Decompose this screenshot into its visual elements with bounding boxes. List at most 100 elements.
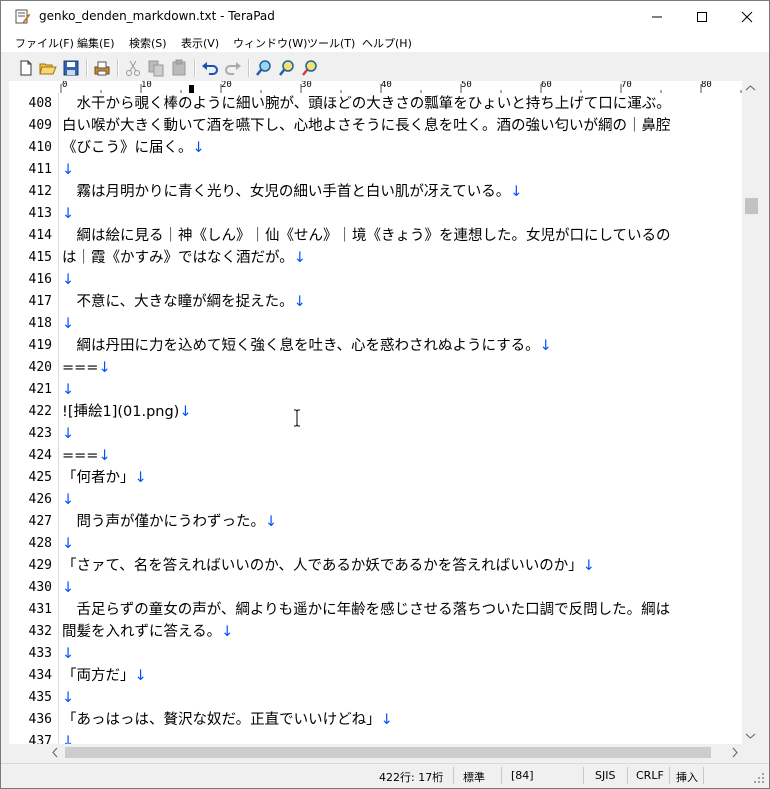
scroll-right-arrow-icon[interactable] <box>731 747 739 758</box>
scroll-left-arrow-icon[interactable] <box>51 747 59 758</box>
newline-marker: ↓ <box>510 184 523 200</box>
close-button[interactable] <box>724 1 769 32</box>
menu-view[interactable]: 表示(V) <box>181 35 219 51</box>
ruler-label-10: 10 <box>141 81 152 90</box>
redo-icon[interactable] <box>224 59 242 77</box>
resize-grip-icon[interactable] <box>753 772 765 784</box>
open-folder-icon[interactable] <box>39 59 57 77</box>
status-encoding: SJIS <box>595 769 616 782</box>
print-icon[interactable] <box>93 59 111 77</box>
newline-marker: ↓ <box>62 646 75 662</box>
minimize-icon <box>651 16 662 17</box>
text-line[interactable]: ↓ <box>62 577 74 599</box>
text-line[interactable]: ↓ <box>62 269 74 291</box>
scroll-down-arrow-icon[interactable] <box>745 732 756 740</box>
vertical-scrollbar[interactable] <box>742 81 759 744</box>
text-line[interactable]: ↓ <box>62 731 74 744</box>
text-line[interactable]: 「あっはっは、贅沢な奴だ。正直でいいけどね」↓ <box>62 709 393 731</box>
maximize-icon <box>696 11 707 22</box>
text-line[interactable]: ↓ <box>62 423 74 445</box>
title-bar[interactable]: genko_denden_markdown.txt - TeraPad <box>1 1 769 32</box>
search-icon[interactable] <box>255 59 273 77</box>
line-text: === <box>62 448 99 464</box>
menu-window[interactable]: ウィンドウ(W) <box>233 35 307 51</box>
line-number: 428 <box>28 536 52 551</box>
ruler-label-60: 60 <box>541 81 552 90</box>
line-text: 「何者か」 <box>62 470 135 486</box>
text-line[interactable]: ![挿絵1](01.png)↓ <box>62 401 191 423</box>
maximize-button[interactable] <box>679 1 724 32</box>
text-line[interactable]: 水干から覗く棒のように細い腕が、頭ほどの大きさの瓢箪をひょいと持ち上げて口に運ぶ… <box>62 93 671 115</box>
vertical-scroll-thumb[interactable] <box>745 198 758 214</box>
text-line[interactable]: 「何者か」↓ <box>62 467 147 489</box>
text-line[interactable]: ↓ <box>62 643 74 665</box>
terapad-window: genko_denden_markdown.txt - TeraPad ファイル… <box>0 0 770 789</box>
line-text: 水干から覗く棒のように細い腕が、頭ほどの大きさの瓢箪をひょいと持ち上げて口に運ぶ… <box>62 96 671 112</box>
text-line[interactable]: 《びこう》に届く。↓ <box>62 137 205 159</box>
text-line[interactable]: ===↓ <box>62 357 111 379</box>
line-text: 綱は丹田に力を込めて短く強く息を吐き、心を惑わされぬようにする。 <box>62 338 540 354</box>
menu-help[interactable]: ヘルプ(H) <box>362 35 412 51</box>
text-line[interactable]: 「両方だ」↓ <box>62 665 147 687</box>
line-text: === <box>62 360 99 376</box>
new-file-icon[interactable] <box>17 59 35 77</box>
text-line[interactable]: 不意に、大きな瞳が綱を捉えた。↓ <box>62 291 306 313</box>
line-number: 419 <box>28 338 52 353</box>
text-line[interactable]: ↓ <box>62 313 74 335</box>
menu-file[interactable]: ファイル(F) <box>15 35 74 51</box>
text-line[interactable]: 問う声が僅かにうわずった。↓ <box>62 511 277 533</box>
newline-marker: ↓ <box>62 382 75 398</box>
menu-search[interactable]: 検索(S) <box>129 35 167 51</box>
newline-marker: ↓ <box>98 448 111 464</box>
copy-icon[interactable] <box>147 59 165 77</box>
line-text: は｜霞《かすみ》ではなく酒だが。 <box>62 250 294 266</box>
newline-marker: ↓ <box>62 536 75 552</box>
menu-tools[interactable]: ツール(T) <box>307 35 355 51</box>
line-number: 410 <box>28 140 52 155</box>
save-icon[interactable] <box>62 59 80 77</box>
line-number: 414 <box>28 228 52 243</box>
undo-icon[interactable] <box>201 59 219 77</box>
search-prev-icon[interactable] <box>301 59 319 77</box>
line-text: 「両方だ」 <box>62 668 135 684</box>
toolbar <box>1 55 769 80</box>
line-number: 413 <box>28 206 52 221</box>
text-line[interactable]: は｜霞《かすみ》ではなく酒だが。↓ <box>62 247 306 269</box>
newline-marker: ↓ <box>380 712 393 728</box>
text-line[interactable]: 「さァて、名を答えればいいのか、人であるか妖であるかを答えればいいのか」↓ <box>62 555 595 577</box>
text-line[interactable]: 間髪を入れずに答える。↓ <box>62 621 233 643</box>
text-line[interactable]: 白い喉が大きく動いて酒を嚥下し、心地よさそうに長く息を吐く。酒の強い匂いが綱の｜… <box>62 115 671 137</box>
line-number: 427 <box>28 514 52 529</box>
horizontal-scroll-thumb[interactable] <box>65 747 711 758</box>
menu-edit[interactable]: 編集(E) <box>77 35 115 51</box>
text-editor[interactable]: 408 409 410 411 412 413 414 415 416 417 418 419 420 4… <box>9 93 742 744</box>
text-line[interactable]: ↓ <box>62 489 74 511</box>
line-text: 「あっはっは、贅沢な奴だ。正直でいいけどね」 <box>62 712 381 728</box>
text-line[interactable]: ===↓ <box>62 445 111 467</box>
text-line[interactable]: ↓ <box>62 687 74 709</box>
text-line[interactable]: ↓ <box>62 203 74 225</box>
text-line[interactable]: 舌足らずの童女の声が、綱よりも遥かに年齢を感じさせる落ちついた口調で反問した。綱… <box>62 599 670 621</box>
scroll-up-arrow-icon[interactable] <box>745 84 756 92</box>
line-number: 420 <box>28 360 52 375</box>
line-number: 409 <box>28 118 52 133</box>
search-next-icon[interactable] <box>278 59 296 77</box>
text-line[interactable]: 綱は絵に見る｜神《しん》｜仙《せん》｜境《きょう》を連想した。女児が口にしている… <box>62 225 670 247</box>
line-text: 間髪を入れずに答える。 <box>62 624 222 640</box>
line-number: 433 <box>28 646 52 661</box>
text-line[interactable]: ↓ <box>62 159 74 181</box>
text-line[interactable]: ↓ <box>62 533 74 555</box>
cut-icon[interactable] <box>124 59 142 77</box>
paste-icon[interactable] <box>170 59 188 77</box>
newline-marker: ↓ <box>62 734 75 744</box>
text-line[interactable]: 綱は丹田に力を込めて短く強く息を吐き、心を惑わされぬようにする。↓ <box>62 335 551 357</box>
text-line[interactable]: 霧は月明かりに青く光り、女児の細い手首と白い肌が冴えている。↓ <box>62 181 522 203</box>
text-line[interactable]: ↓ <box>62 379 74 401</box>
minimize-button[interactable] <box>634 1 679 32</box>
line-number: 422 <box>28 404 52 419</box>
newline-marker: ↓ <box>62 426 75 442</box>
newline-marker: ↓ <box>62 492 75 508</box>
newline-marker: ↓ <box>293 294 306 310</box>
status-char-code: [84] <box>511 769 534 782</box>
line-number: 411 <box>28 162 52 177</box>
